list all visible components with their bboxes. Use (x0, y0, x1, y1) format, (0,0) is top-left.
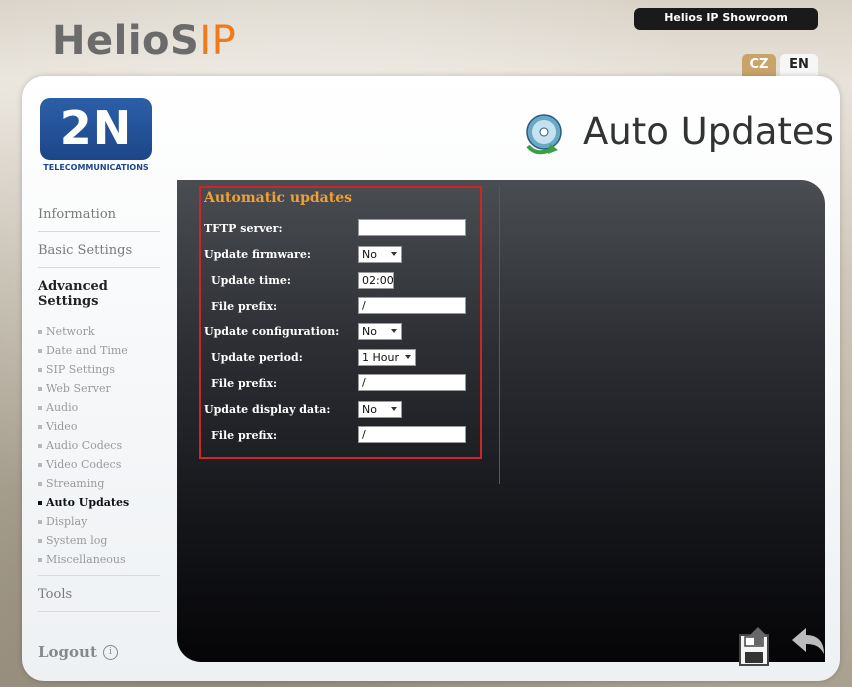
tftp-server-input[interactable] (358, 219, 466, 236)
save-icon[interactable] (738, 625, 776, 667)
chevron-down-icon (391, 329, 397, 333)
lang-cz-button[interactable]: CZ (742, 54, 776, 76)
2n-logo-subtitle: TELECOMMUNICATIONS (43, 163, 149, 172)
update-configuration-label: Update configuration: (204, 325, 340, 338)
device-name: Helios IP Showroom (634, 8, 818, 30)
nav-information[interactable]: Information (38, 200, 160, 232)
update-time-label: Update time: (211, 274, 291, 287)
nav-advanced-settings[interactable]: Advanced Settings (38, 272, 160, 318)
bullet-icon (38, 501, 42, 505)
bullet-icon (38, 368, 42, 372)
bullet-icon (38, 425, 42, 429)
bullet-icon (38, 539, 42, 543)
nav-divider (38, 575, 160, 576)
nav-auto-updates[interactable]: Auto Updates (38, 493, 160, 512)
lang-en-button[interactable]: EN (780, 54, 818, 76)
update-firmware-select[interactable]: No (358, 246, 402, 263)
nav-streaming[interactable]: Streaming (38, 474, 160, 493)
update-configuration-select[interactable]: No (358, 323, 402, 340)
display-prefix-label: File prefix: (211, 429, 278, 442)
chevron-down-icon (391, 407, 397, 411)
nav-web-server[interactable]: Web Server (38, 379, 160, 398)
update-time-input[interactable]: 02:00 (358, 272, 394, 289)
nav-miscellaneous[interactable]: Miscellaneous (38, 550, 160, 569)
firmware-prefix-label: File prefix: (211, 300, 278, 313)
logout-button[interactable]: Logout i (38, 643, 118, 661)
sidebar-nav: Information Basic Settings Advanced Sett… (38, 200, 160, 612)
nav-video[interactable]: Video (38, 417, 160, 436)
nav-system-log[interactable]: System log (38, 531, 160, 550)
update-display-label: Update display data: (204, 403, 331, 416)
bullet-icon (38, 558, 42, 562)
2n-logo: 2N (40, 98, 152, 160)
nav-basic-settings[interactable]: Basic Settings (38, 236, 160, 268)
column-divider (499, 186, 500, 484)
bullet-icon (38, 406, 42, 410)
bullet-icon (38, 482, 42, 486)
bullet-icon (38, 520, 42, 524)
nav-date-and-time[interactable]: Date and Time (38, 341, 160, 360)
back-arrow-icon[interactable] (790, 626, 826, 658)
update-display-select[interactable]: No (358, 401, 402, 418)
nav-display[interactable]: Display (38, 512, 160, 531)
firmware-prefix-input[interactable]: / (358, 297, 466, 314)
chevron-down-icon (405, 355, 411, 359)
config-prefix-label: File prefix: (211, 377, 278, 390)
nav-audio[interactable]: Audio (38, 398, 160, 417)
nav-network[interactable]: Network (38, 322, 160, 341)
bullet-icon (38, 444, 42, 448)
bullet-icon (38, 330, 42, 334)
nav-audio-codecs[interactable]: Audio Codecs (38, 436, 160, 455)
power-icon: i (102, 644, 118, 660)
bullet-icon (38, 463, 42, 467)
page-title: Auto Updates (583, 110, 834, 153)
bullet-icon (38, 387, 42, 391)
nav-sip-settings[interactable]: SIP Settings (38, 360, 160, 379)
helios-logo: HelioSIP (52, 18, 237, 64)
cd-update-icon (526, 114, 562, 155)
update-period-select[interactable]: 1 Hour (358, 349, 416, 366)
chevron-down-icon (391, 252, 397, 256)
bullet-icon (38, 349, 42, 353)
update-period-label: Update period: (211, 351, 303, 364)
config-prefix-input[interactable]: / (358, 374, 466, 391)
tftp-server-label: TFTP server: (204, 222, 283, 235)
form-heading: Automatic updates (204, 190, 352, 206)
nav-video-codecs[interactable]: Video Codecs (38, 455, 160, 474)
display-prefix-input[interactable]: / (358, 426, 466, 443)
nav-tools[interactable]: Tools (38, 580, 160, 612)
update-firmware-label: Update firmware: (204, 248, 311, 261)
